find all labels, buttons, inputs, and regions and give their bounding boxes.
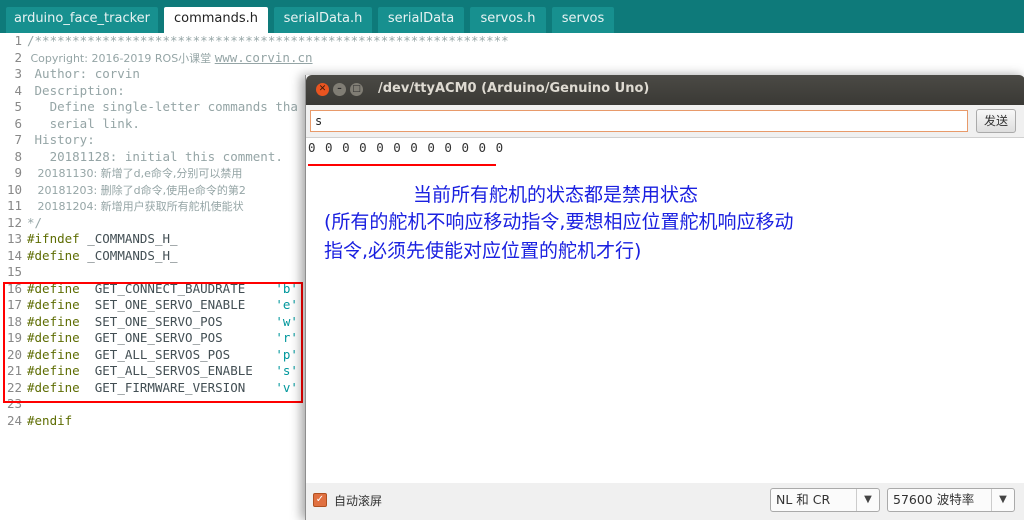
line-number: 5 xyxy=(14,99,22,114)
minimize-icon[interactable]: – xyxy=(333,83,346,96)
website-link[interactable]: www.corvin.cn xyxy=(215,50,313,65)
baud-rate-select[interactable]: 57600 波特率 ▼ xyxy=(887,488,1015,512)
line-number: 4 xyxy=(14,82,22,98)
chevron-down-icon: ▼ xyxy=(991,489,1014,511)
line-number: 2 xyxy=(14,49,22,65)
annotation-line: (所有的舵机不响应移动指令,要想相应位置舵机响应移动 xyxy=(324,211,794,233)
preprocessor-keyword: #endif xyxy=(27,412,73,428)
annotation-text: (所有的舵机不响应移动指令,要想相应位置舵机响应移动 指令,必须先使能对应位置的… xyxy=(324,208,793,266)
window-titlebar[interactable]: ✕ – □ /dev/ttyACM0 (Arduino/Genuino Uno) xyxy=(306,75,1024,105)
tab-commands-h[interactable]: commands.h xyxy=(164,7,268,33)
code-comment-line: 20181128: initial this comment. xyxy=(27,148,283,164)
tab-serialdata-h[interactable]: serialData.h xyxy=(274,7,372,33)
line-ending-value: NL 和 CR xyxy=(776,492,831,507)
code-comment-line: /***************************************… xyxy=(27,33,509,48)
history-entry: 20181130: 新增了d,e命令,分别可以禁用 xyxy=(27,167,243,180)
annotation-line: 指令,必须先使能对应位置的舵机才行) xyxy=(324,240,642,262)
code-comment-line: Author: corvin xyxy=(27,66,140,81)
code-comment-line: serial link. xyxy=(27,115,140,131)
line-number: 1 xyxy=(14,33,22,48)
history-entry: 20181204: 新增用户获取所有舵机使能状 xyxy=(27,200,244,213)
serial-output-area[interactable]: 0 0 0 0 0 0 0 0 0 0 0 0 当前所有舵机的状态都是禁用状态 … xyxy=(306,137,1024,484)
code-comment-line: 20181130: 新增了d,e命令,分别可以禁用 xyxy=(27,165,242,181)
macro-name: _COMMANDS_H_ xyxy=(79,231,178,246)
line-number: 13 xyxy=(6,231,22,246)
tab-arduino-face-tracker[interactable]: arduino_face_tracker xyxy=(6,7,158,33)
chevron-down-icon: ▼ xyxy=(856,489,879,511)
line-number: 3 xyxy=(14,66,22,81)
send-button[interactable]: 发送 xyxy=(976,109,1016,133)
autoscroll-label: 自动滚屏 xyxy=(334,494,383,508)
tab-servos-h[interactable]: servos.h xyxy=(470,7,546,33)
line-number: 24 xyxy=(6,412,22,428)
code-comment-line: 20181203: 删除了d命令,使用e命令的第2 xyxy=(27,182,246,198)
code-comment-line: Copyright: 2016-2019 ROS小课堂 www.corvin.c… xyxy=(27,50,313,66)
line-number: 11 xyxy=(6,198,22,213)
line-number: 9 xyxy=(14,165,22,180)
autoscroll-checkbox[interactable]: ✓ xyxy=(313,493,327,507)
annotation-text: 当前所有舵机的状态都是禁用状态 xyxy=(413,184,699,206)
line-number: 15 xyxy=(6,264,22,279)
line-ending-select[interactable]: NL 和 CR ▼ xyxy=(770,488,880,512)
code-comment-line: 20181204: 新增用户获取所有舵机使能状 xyxy=(27,198,244,214)
serial-monitor-window: ✕ – □ /dev/ttyACM0 (Arduino/Genuino Uno)… xyxy=(305,75,1024,520)
close-icon[interactable]: ✕ xyxy=(316,83,329,96)
line-number: 8 xyxy=(14,148,22,164)
line-number: 12 xyxy=(6,214,22,230)
serial-bottom-bar: ✓ 自动滚屏 NL 和 CR ▼ 57600 波特率 ▼ xyxy=(306,483,1024,520)
window-title: /dev/ttyACM0 (Arduino/Genuino Uno) xyxy=(378,81,650,96)
ifndef-line: #ifndef _COMMANDS_H_ xyxy=(27,231,178,246)
maximize-icon[interactable]: □ xyxy=(350,83,363,96)
endif-line: #endif xyxy=(27,413,72,428)
define-guard-line: #define _COMMANDS_H_ xyxy=(27,248,178,263)
line-number: 6 xyxy=(14,115,22,131)
history-entry: 20181203: 删除了d命令,使用e命令的第2 xyxy=(27,183,246,197)
baud-rate-value: 57600 波特率 xyxy=(893,492,975,507)
code-comment-line: */ xyxy=(27,214,43,230)
tab-bar: arduino_face_tracker commands.h serialDa… xyxy=(0,0,1024,33)
line-number: 10 xyxy=(6,181,22,197)
line-number: 7 xyxy=(14,132,22,147)
defines-highlight-box xyxy=(3,282,303,403)
serial-output-text: 0 0 0 0 0 0 0 0 0 0 0 0 xyxy=(308,140,505,155)
macro-name: _COMMANDS_H_ xyxy=(79,247,178,263)
tab-servos[interactable]: servos xyxy=(552,7,614,33)
output-underline xyxy=(308,164,496,166)
copyright-text: Copyright: 2016-2019 ROS小课堂 xyxy=(27,51,215,65)
tab-serialdata[interactable]: serialData xyxy=(378,7,464,33)
preprocessor-keyword: #define xyxy=(27,247,80,263)
preprocessor-keyword: #ifndef xyxy=(27,231,80,246)
serial-input[interactable] xyxy=(310,110,968,132)
line-number: 14 xyxy=(6,247,22,263)
code-comment-line: History: xyxy=(27,132,95,147)
code-comment-line: Define single-letter commands tha xyxy=(27,99,298,114)
code-comment-line: Description: xyxy=(27,82,125,98)
